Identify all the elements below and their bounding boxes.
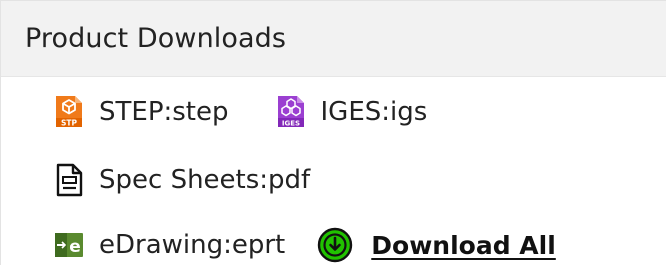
step-download-link[interactable]: STP STEP:step <box>53 94 229 130</box>
download-circle-icon <box>317 227 353 263</box>
iges-file-icon: IGES <box>275 94 307 130</box>
step-download-label: STEP:step <box>99 97 229 127</box>
panel-header: Product Downloads <box>1 1 666 77</box>
panel-title: Product Downloads <box>25 23 287 54</box>
iges-badge-text: IGES <box>281 120 299 128</box>
edrawing-icon: e <box>53 229 85 261</box>
download-all-label: Download All <box>371 230 556 260</box>
downloads-row-2: Spec Sheets:pdf <box>53 160 310 200</box>
svg-text:e: e <box>69 237 81 257</box>
iges-download-link[interactable]: IGES IGES:igs <box>275 94 428 130</box>
downloads-row-1: STP STEP:step IGES IGES:igs <box>53 92 427 132</box>
edrawing-download-link[interactable]: e eDrawing:eprt <box>53 229 285 261</box>
product-downloads-panel: Product Downloads STP STEP:step IGES IGE… <box>0 0 666 265</box>
downloads-row-3: e eDrawing:eprt Download All <box>53 225 556 265</box>
spec-sheets-download-link[interactable]: Spec Sheets:pdf <box>53 162 310 198</box>
step-badge-text: STP <box>61 119 78 128</box>
iges-download-label: IGES:igs <box>320 97 428 127</box>
download-all-button[interactable]: Download All <box>317 227 556 263</box>
edrawing-download-label: eDrawing:eprt <box>99 230 286 260</box>
document-icon <box>53 162 85 198</box>
step-file-icon: STP <box>53 94 85 130</box>
spec-sheets-download-label: Spec Sheets:pdf <box>99 165 311 195</box>
